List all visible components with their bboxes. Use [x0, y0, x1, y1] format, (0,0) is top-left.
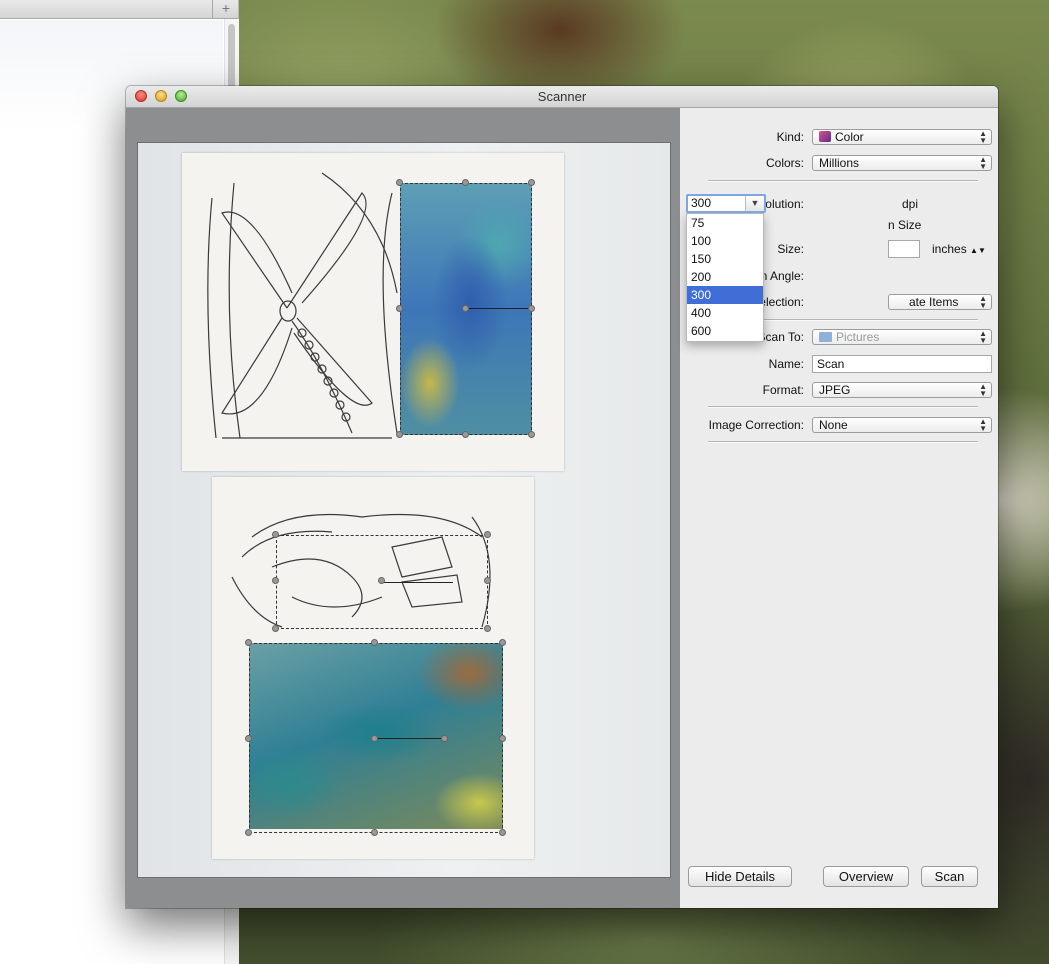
auto-selection-value: ate Items: [909, 295, 959, 309]
selection-handle[interactable]: [272, 625, 279, 632]
resolution-combo-box[interactable]: 300 ▼: [686, 194, 766, 213]
kind-label: Kind:: [776, 130, 804, 144]
resolution-option[interactable]: 200: [687, 268, 763, 286]
scan-button[interactable]: Scan: [921, 866, 978, 887]
selection-handle[interactable]: [245, 735, 252, 742]
resolution-unit: dpi: [902, 197, 919, 211]
size-unit-popup[interactable]: inches ▲▼: [932, 242, 986, 256]
use-custom-size-label[interactable]: n Size: [888, 218, 921, 232]
scan-to-value: Pictures: [836, 330, 880, 344]
selection-handle[interactable]: [462, 431, 469, 438]
colors-value: Millions: [819, 156, 860, 170]
separator: [708, 180, 978, 182]
popup-arrows-icon: ▲ ▼: [979, 294, 987, 310]
background-window-toolbar: [0, 0, 238, 19]
zoom-button[interactable]: [175, 90, 187, 102]
format-popup[interactable]: JPEG ▲ ▼: [812, 382, 992, 398]
window-title: Scanner: [537, 89, 587, 104]
popup-arrows-icon: ▲ ▼: [979, 129, 987, 145]
image-correction-label: Image Correction:: [708, 418, 804, 432]
selection-handle[interactable]: [528, 305, 535, 312]
selection-handle[interactable]: [396, 179, 403, 186]
colors-popup[interactable]: Millions ▲ ▼: [812, 155, 992, 171]
popup-arrows-icon: ▲ ▼: [979, 417, 987, 433]
stepper-arrows-icon: ▲▼: [970, 246, 986, 255]
colors-label: Colors:: [765, 156, 804, 170]
rotation-line[interactable]: [376, 738, 446, 739]
selection-handle[interactable]: [272, 531, 279, 538]
scanner-window: Scanner Kind: Color ▲ ▼ Colors: Millions…: [126, 86, 998, 908]
resolution-option-selected[interactable]: 300: [687, 286, 763, 304]
name-field[interactable]: Scan: [812, 355, 992, 373]
selection-handle[interactable]: [396, 305, 403, 312]
resolution-option[interactable]: 400: [687, 304, 763, 322]
selection-handle[interactable]: [484, 625, 491, 632]
color-flower-icon: [819, 131, 831, 142]
selection-handle[interactable]: [499, 639, 506, 646]
image-correction-popup[interactable]: None ▲ ▼: [812, 417, 992, 433]
selection-handle[interactable]: [371, 639, 378, 646]
scrollbar-thumb[interactable]: [228, 24, 235, 94]
popup-arrows-icon: ▲ ▼: [979, 329, 987, 345]
kind-popup[interactable]: Color ▲ ▼: [812, 129, 992, 145]
resolution-option[interactable]: 600: [687, 322, 763, 340]
rotation-line[interactable]: [465, 308, 531, 309]
format-label: Format:: [762, 383, 804, 397]
selection-handle[interactable]: [371, 735, 378, 742]
minimize-button[interactable]: [155, 90, 167, 102]
scan-preview-pane[interactable]: [126, 108, 680, 908]
overview-button[interactable]: Overview: [823, 866, 909, 887]
add-icon[interactable]: +: [212, 0, 239, 18]
resolution-option[interactable]: 150: [687, 250, 763, 268]
folder-icon: [819, 332, 832, 342]
selection-handle[interactable]: [484, 531, 491, 538]
resolution-options-list[interactable]: 75 100 150 200 300 400 600: [686, 213, 764, 342]
selection-handle[interactable]: [462, 305, 469, 312]
selection-handle[interactable]: [245, 639, 252, 646]
scanner-bed-preview[interactable]: [137, 142, 671, 878]
separator: [708, 441, 978, 443]
scan-to-popup[interactable]: Pictures ▲ ▼: [812, 329, 992, 345]
selection-handle[interactable]: [396, 431, 403, 438]
selection-handle[interactable]: [272, 577, 279, 584]
rotation-line[interactable]: [383, 582, 453, 583]
selection-handle[interactable]: [528, 431, 535, 438]
selection-handle[interactable]: [484, 577, 491, 584]
title-bar[interactable]: Scanner: [126, 86, 998, 108]
hide-details-button-bar[interactable]: Hide Details: [688, 866, 792, 887]
popup-arrows-icon: ▲ ▼: [979, 382, 987, 398]
selection-handle[interactable]: [371, 829, 378, 836]
name-label: Name:: [768, 357, 804, 371]
resolution-option[interactable]: 100: [687, 232, 763, 250]
popup-arrows-icon: ▲ ▼: [979, 155, 987, 171]
separator: [708, 406, 978, 408]
image-correction-value: None: [819, 418, 848, 432]
format-value: JPEG: [819, 383, 851, 397]
selection-handle[interactable]: [462, 179, 469, 186]
size-unit-value: inches: [932, 242, 967, 256]
resolution-option[interactable]: 75: [687, 214, 763, 232]
resolution-value[interactable]: 300: [691, 196, 711, 210]
close-button[interactable]: [135, 90, 147, 102]
selection-handle[interactable]: [499, 829, 506, 836]
selection-handle[interactable]: [499, 735, 506, 742]
auto-selection-popup[interactable]: ate Items ▲ ▼: [888, 294, 992, 310]
selection-handle[interactable]: [378, 577, 385, 584]
kind-value: Color: [835, 130, 864, 144]
selection-handle[interactable]: [245, 829, 252, 836]
chevron-down-icon[interactable]: ▼: [745, 196, 764, 211]
selection-handle[interactable]: [528, 179, 535, 186]
size-height-field[interactable]: [888, 240, 920, 258]
selection-handle[interactable]: [441, 735, 448, 742]
